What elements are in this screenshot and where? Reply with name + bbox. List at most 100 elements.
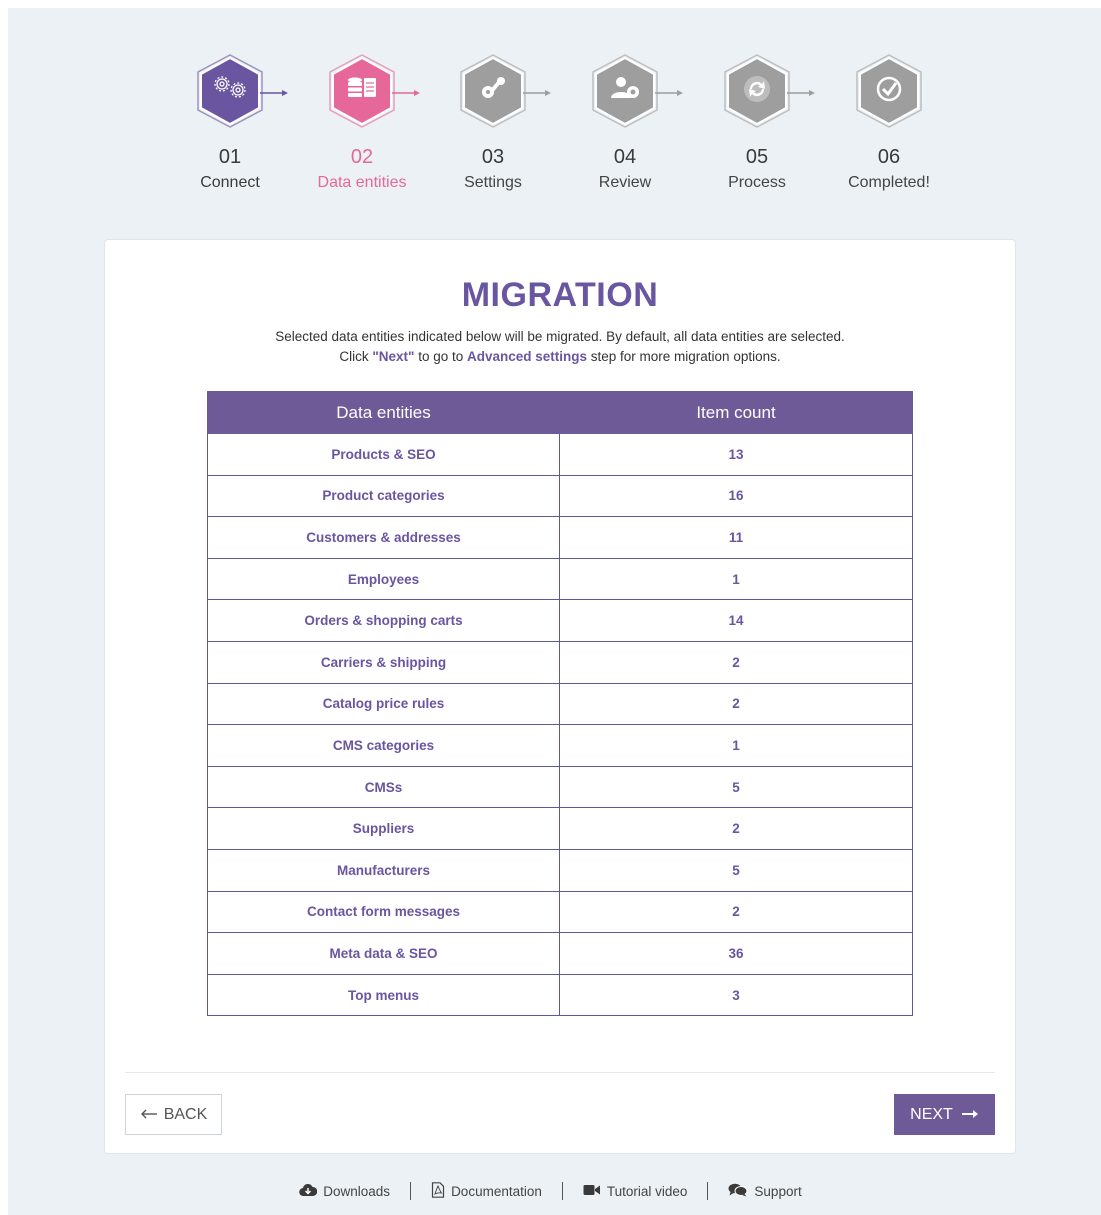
entity-name-cell: Catalog price rules — [207, 682, 560, 726]
table-header-row: Data entities Item count — [207, 391, 913, 434]
footer-links: Downloads Documentation Tutorial video S… — [0, 1180, 1101, 1202]
table-row: Top menus 3 — [207, 973, 913, 1017]
footer-separator — [707, 1182, 709, 1200]
desc-next-text: "Next" — [372, 349, 415, 364]
item-count-cell: 5 — [559, 765, 913, 809]
support-link[interactable]: Support — [728, 1183, 802, 1200]
table-row: Contact form messages 2 — [207, 890, 913, 934]
arrow-right-icon — [961, 1106, 979, 1124]
step-05: 05 Process — [702, 52, 815, 192]
table-row: Carriers & shipping 2 — [207, 640, 913, 684]
step-label: Process — [728, 174, 786, 191]
entity-name-cell: CMSs — [207, 765, 560, 809]
item-count-cell: 11 — [559, 516, 913, 559]
step-progress: 01 Connect 02 Data entities 03 Settings 04 Revi… — [0, 52, 1101, 212]
next-button-label: NEXT — [910, 1105, 953, 1123]
desc-rest-text: step for more migration options. — [587, 349, 781, 364]
table-row: Catalog price rules 2 — [207, 682, 913, 726]
step-01: 01 Connect — [175, 52, 288, 192]
step-hexagon — [194, 52, 288, 130]
step-02: 02 Data entities — [307, 52, 420, 192]
step-number: 06 — [877, 146, 901, 168]
cloud-download-icon — [299, 1183, 318, 1200]
documentation-link[interactable]: Documentation — [431, 1181, 542, 1201]
item-count-cell: 2 — [559, 682, 913, 726]
step-label: Review — [598, 174, 652, 191]
table-row: CMSs 5 — [207, 765, 913, 809]
header-data-entities: Data entities — [207, 391, 560, 434]
item-count-cell: 2 — [559, 640, 913, 684]
description: Selected data entities indicated below w… — [105, 327, 1015, 367]
entity-name-cell: Top menus — [207, 973, 560, 1017]
step-hexagon — [326, 52, 420, 130]
table-row: Customers & addresses 11 — [207, 516, 913, 559]
divider — [125, 1072, 995, 1073]
step-hexagon — [721, 52, 815, 130]
entity-name-cell: Product categories — [207, 474, 560, 518]
table-row: Meta data & SEO 36 — [207, 932, 913, 975]
step-label: Data entities — [317, 174, 407, 191]
table-row: Product categories 16 — [207, 474, 913, 518]
table-row: CMS categories 1 — [207, 724, 913, 767]
arrow-left-icon — [140, 1106, 158, 1124]
step-number: 02 — [350, 146, 374, 168]
tutorial-video-label: Tutorial video — [606, 1183, 688, 1199]
entity-name-cell: Carriers & shipping — [207, 640, 560, 684]
refresh-icon — [744, 76, 770, 102]
entity-name-cell: Suppliers — [207, 807, 560, 850]
item-count-cell: 14 — [559, 599, 913, 642]
step-arrow-icon — [260, 90, 288, 96]
entity-name-cell: Manufacturers — [207, 848, 560, 892]
downloads-link[interactable]: Downloads — [299, 1183, 390, 1200]
item-count-cell: 2 — [559, 890, 913, 934]
header-item-count: Item count — [559, 391, 913, 434]
table-row: Products & SEO 13 — [207, 433, 913, 476]
step-arrow-icon — [392, 90, 420, 96]
data-entities-table: Data entities Item count Products & SEO 1… — [207, 391, 913, 1017]
downloads-label: Downloads — [323, 1183, 391, 1199]
step-label: Completed! — [848, 174, 930, 191]
chat-bubbles-icon — [728, 1183, 748, 1200]
entity-name-cell: Orders & shopping carts — [207, 599, 560, 642]
table-row: Employees 1 — [207, 557, 913, 601]
step-arrow-icon — [787, 90, 815, 96]
desc-advanced-link[interactable]: Advanced settings — [467, 349, 587, 364]
description-line-1: Selected data entities indicated below w… — [275, 329, 845, 344]
step-03: 03 Settings — [438, 52, 551, 192]
step-hexagon — [853, 52, 925, 130]
step-hexagon — [589, 52, 683, 130]
documentation-label: Documentation — [451, 1183, 542, 1199]
entity-name-cell: Employees — [207, 557, 560, 601]
footer-separator — [410, 1182, 412, 1200]
table-row: Manufacturers 5 — [207, 848, 913, 892]
step-arrow-icon — [655, 90, 683, 96]
step-label: Connect — [200, 174, 260, 191]
item-count-cell: 36 — [559, 932, 913, 975]
step-number: 04 — [613, 146, 637, 168]
footer-separator — [561, 1182, 563, 1200]
item-count-cell: 16 — [559, 474, 913, 518]
item-count-cell: 13 — [559, 433, 913, 476]
pdf-file-icon — [431, 1181, 445, 1201]
tutorial-video-link[interactable]: Tutorial video — [583, 1183, 688, 1199]
desc-click-text: Click — [339, 349, 373, 364]
item-count-cell: 2 — [559, 807, 913, 850]
step-label: Settings — [464, 174, 522, 191]
entity-name-cell: Customers & addresses — [207, 516, 560, 559]
table-row: Orders & shopping carts 14 — [207, 599, 913, 642]
back-button-label: BACK — [163, 1105, 208, 1123]
next-button[interactable]: NEXT — [894, 1094, 995, 1135]
page-title: MIGRATION — [461, 276, 659, 314]
item-count-cell: 1 — [559, 557, 913, 601]
step-number: 05 — [745, 146, 769, 168]
step-number: 01 — [218, 146, 242, 168]
migration-card: MIGRATION Selected data entities indicat… — [104, 239, 1016, 1154]
table-row: Suppliers 2 — [207, 807, 913, 850]
back-button[interactable]: BACK — [125, 1094, 222, 1135]
step-arrow-icon — [523, 90, 551, 96]
description-line-2: Click "Next" to go to Advanced settings … — [105, 347, 1015, 367]
video-camera-icon — [583, 1184, 601, 1199]
entity-name-cell: CMS categories — [207, 724, 560, 767]
entity-name-cell: Meta data & SEO — [207, 932, 560, 975]
desc-goto-text: to go to — [414, 349, 467, 364]
